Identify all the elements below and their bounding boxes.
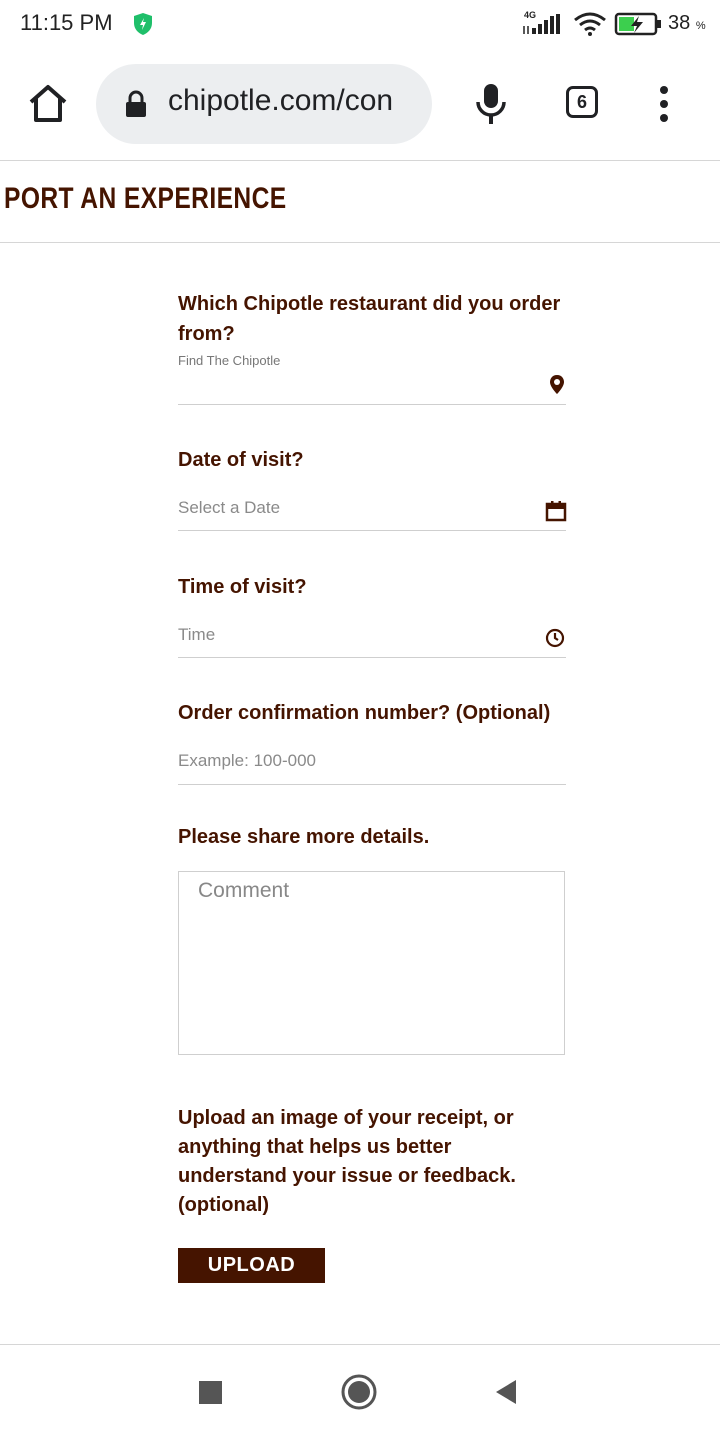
tabs-icon[interactable]: 6 xyxy=(566,86,598,118)
wifi-icon xyxy=(574,12,606,36)
signal-icon xyxy=(523,14,560,34)
location-pin-icon[interactable] xyxy=(547,374,567,396)
details-question: Please share more details. xyxy=(178,826,430,848)
time-question: Time of visit? xyxy=(178,576,307,598)
order-number-question: Order confirmation number? (Optional) xyxy=(178,702,551,724)
battery-percent: 38 % xyxy=(668,12,706,34)
restaurant-input[interactable] xyxy=(178,360,566,404)
restaurant-underline xyxy=(178,404,566,405)
shield-icon xyxy=(134,13,152,35)
mic-icon[interactable] xyxy=(474,82,508,126)
calendar-icon[interactable] xyxy=(545,500,567,522)
lock-icon xyxy=(126,90,146,117)
upload-question: Upload an image of your receipt, or anyt… xyxy=(178,1107,516,1216)
clock-icon[interactable] xyxy=(545,627,565,649)
order-number-input[interactable]: Example: 100-000 xyxy=(178,751,316,771)
home-icon[interactable] xyxy=(26,82,70,126)
toolbar-divider xyxy=(0,160,720,161)
recents-icon[interactable] xyxy=(199,1381,222,1404)
header-divider xyxy=(0,242,720,243)
comment-placeholder: Comment xyxy=(198,879,290,902)
order-number-underline xyxy=(178,784,566,785)
page-title: PORT AN EXPERIENCE xyxy=(4,182,287,215)
home-circle-icon[interactable] xyxy=(341,1374,377,1410)
status-time: 11:15 PM xyxy=(20,10,113,35)
url-text[interactable]: chipotle.com/con xyxy=(168,84,418,118)
restaurant-question: Which Chipotle restaurant did you order … xyxy=(178,293,561,345)
upload-button[interactable]: UPLOAD xyxy=(178,1248,325,1283)
date-question: Date of visit? xyxy=(178,449,304,471)
time-underline xyxy=(178,657,566,658)
more-vert-icon[interactable] xyxy=(654,84,674,124)
date-input[interactable]: Select a Date xyxy=(178,498,280,518)
time-input[interactable]: Time xyxy=(178,625,215,645)
back-icon[interactable] xyxy=(494,1378,518,1406)
battery-charging-icon xyxy=(614,12,661,36)
nav-divider xyxy=(0,1344,720,1345)
date-underline xyxy=(178,530,566,531)
